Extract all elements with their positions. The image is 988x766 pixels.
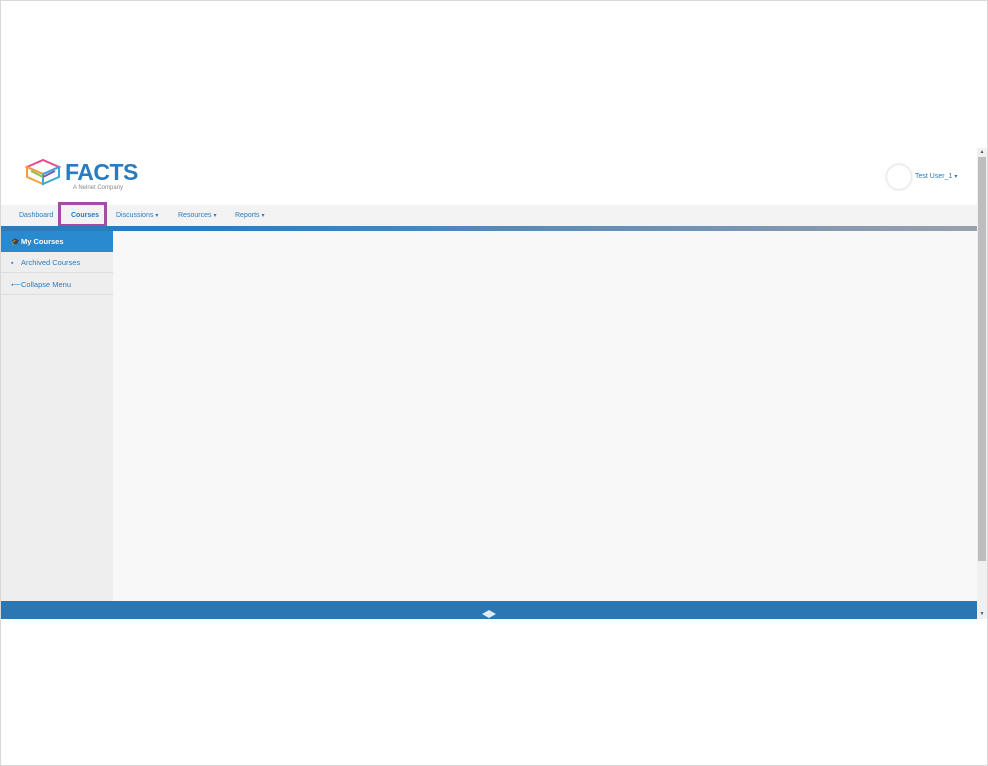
nav-reports[interactable]: Reports ▾: [235, 205, 265, 226]
graduation-cap-icon: 🎓: [11, 239, 20, 246]
nav-resources[interactable]: Resources ▾: [178, 205, 216, 226]
sidebar-item-label: Archived Courses: [21, 258, 81, 267]
user-avatar[interactable]: [887, 165, 911, 189]
archive-icon: ▪: [11, 260, 14, 267]
user-name: Test User_1: [915, 173, 953, 180]
nav-discussions[interactable]: Discussions ▾: [116, 205, 158, 226]
scroll-up-arrow-icon[interactable]: ▲: [977, 148, 987, 157]
scrollbar-thumb[interactable]: [978, 157, 986, 561]
main-nav: Dashboard Courses Discussions ▾ Resources…: [1, 205, 977, 226]
courses-highlight-box: [58, 202, 107, 227]
main-content: [113, 231, 977, 601]
sidebar-item-archived-courses[interactable]: ▪ Archived Courses: [1, 252, 113, 273]
sidebar-item-label: Collapse Menu: [21, 280, 72, 289]
nav-dashboard-label: Dashboard: [19, 212, 54, 219]
nav-discussions-label: Discussions: [116, 212, 154, 219]
graduation-cap-icon: [482, 610, 496, 618]
sidebar-item-label: My Courses: [21, 237, 64, 246]
nav-resources-label: Resources: [178, 212, 212, 219]
facts-logo[interactable]: FACTS A Nelnet Company: [25, 158, 138, 192]
brand-name: FACTS: [65, 159, 138, 185]
footer: [1, 601, 977, 619]
sidebar-item-collapse-menu[interactable]: ⟵Collapse Menu: [1, 274, 113, 295]
header: FACTS A Nelnet Company Test User_1 ▾: [1, 148, 977, 205]
app-window: FACTS A Nelnet Company Test User_1 ▾ Dash…: [1, 148, 977, 619]
arrow-left-icon: ⟵: [11, 282, 22, 289]
brand-tagline: A Nelnet Company: [73, 185, 124, 191]
chevron-down-icon: ▾: [155, 213, 159, 219]
user-menu[interactable]: Test User_1 ▾: [915, 173, 957, 180]
vertical-scrollbar[interactable]: ▲ ▼: [977, 148, 987, 619]
nav-dashboard[interactable]: Dashboard: [19, 205, 53, 226]
facts-logo-icon: [25, 158, 62, 186]
chevron-down-icon: ▾: [213, 213, 217, 219]
sidebar: 🎓My Courses ▪ Archived Courses ⟵Collapse …: [1, 231, 113, 601]
sidebar-item-my-courses[interactable]: 🎓My Courses: [1, 231, 113, 252]
chevron-down-icon: ▾: [261, 213, 265, 219]
chevron-down-icon: ▾: [954, 174, 958, 180]
nav-reports-label: Reports: [235, 212, 260, 219]
scroll-down-arrow-icon[interactable]: ▼: [977, 610, 987, 619]
